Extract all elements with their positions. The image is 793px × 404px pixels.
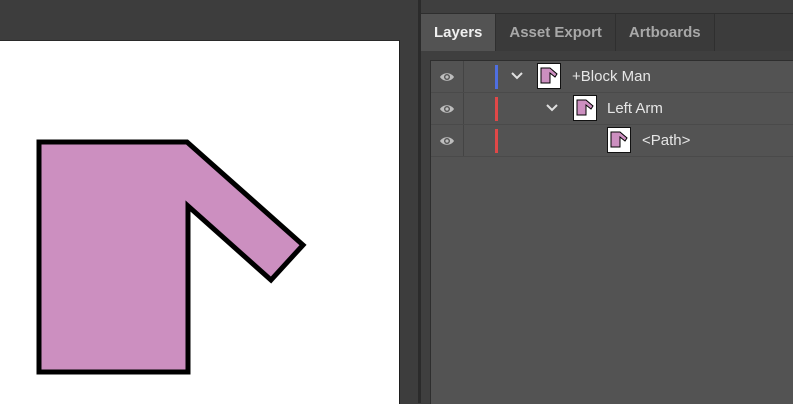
eye-icon[interactable] [439, 69, 455, 85]
layer-thumbnail [573, 95, 597, 121]
chevron-down-icon[interactable] [545, 101, 559, 115]
layers-panel: Layers Asset Export Artboards +Block Man [421, 0, 793, 404]
eye-column-divider [463, 93, 464, 124]
layer-name[interactable]: Left Arm [607, 100, 663, 117]
panel-tabs: Layers Asset Export Artboards [421, 13, 793, 51]
chevron-down-icon[interactable] [510, 69, 524, 83]
layer-name[interactable]: +Block Man [572, 68, 651, 85]
panel-header-bar[interactable] [421, 0, 793, 13]
tab-layers[interactable]: Layers [421, 14, 497, 51]
layer-color-bar [495, 129, 498, 153]
tab-asset-export[interactable]: Asset Export [496, 14, 616, 51]
layer-row-block-man[interactable]: +Block Man [431, 61, 793, 93]
eye-column-divider [463, 61, 464, 92]
left-arm-path [36, 139, 307, 375]
artboard[interactable] [0, 40, 400, 404]
tab-artboards[interactable]: Artboards [615, 14, 715, 51]
layer-color-bar [495, 65, 498, 89]
layer-row-path[interactable]: <Path> [431, 125, 793, 157]
layer-name[interactable]: <Path> [642, 132, 690, 149]
layer-thumbnail [607, 127, 631, 153]
block-man-artwork[interactable] [0, 40, 399, 404]
layers-list: +Block Man Left Arm <Path> [430, 60, 793, 404]
eye-icon[interactable] [439, 101, 455, 117]
layer-row-left-arm[interactable]: Left Arm [431, 93, 793, 125]
eye-column-divider [463, 125, 464, 156]
layer-color-bar [495, 97, 498, 121]
eye-icon[interactable] [439, 133, 455, 149]
canvas-area[interactable] [0, 0, 418, 404]
layer-thumbnail [537, 63, 561, 89]
